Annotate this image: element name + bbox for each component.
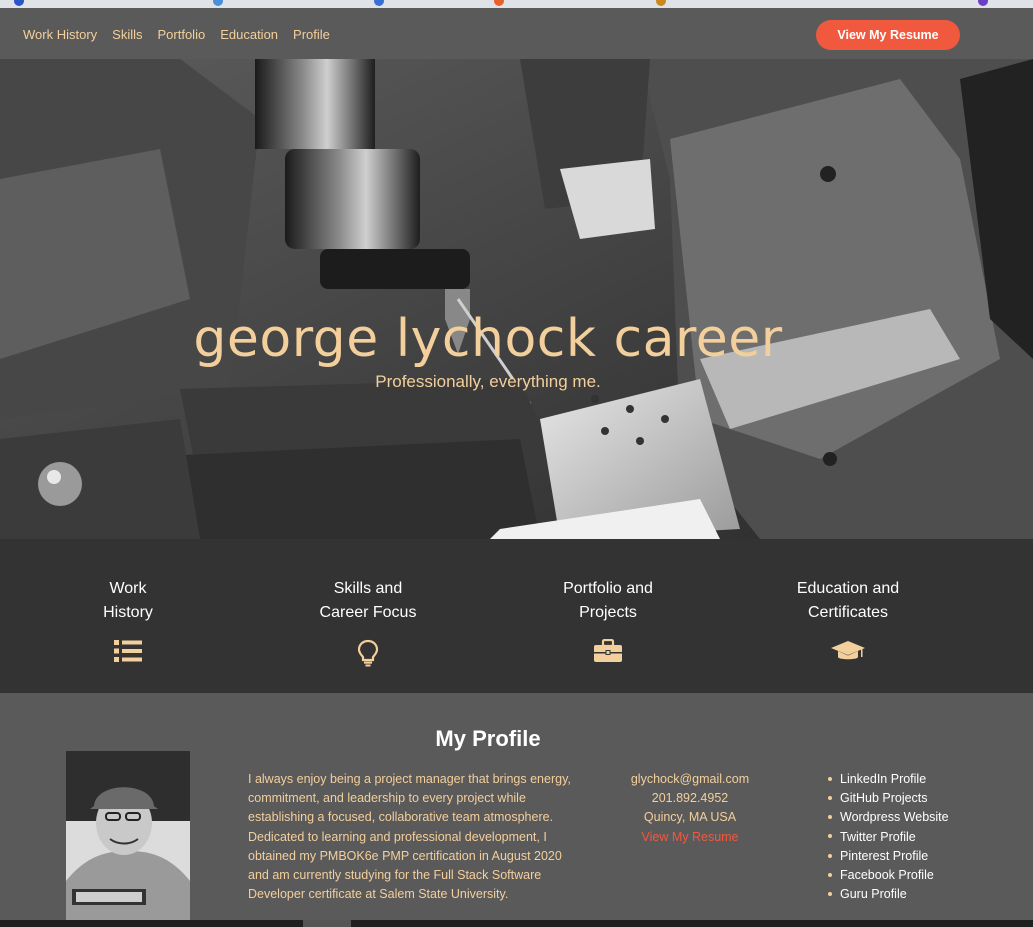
lightbulb-icon (357, 639, 379, 667)
feature-title: Education and (796, 580, 900, 597)
features-section: Work History Skills and Career Focus Por… (0, 539, 1033, 693)
feature-skills[interactable]: Skills and Career Focus (268, 577, 468, 667)
feature-title: Portfolio and (563, 580, 653, 597)
link-pinterest[interactable]: Pinterest Profile (828, 847, 1028, 866)
hero-title: george lychock career (193, 309, 783, 369)
nav-link-portfolio[interactable]: Portfolio (158, 27, 206, 42)
bullet-icon (828, 815, 832, 820)
bookmark-favicon-icon (494, 0, 504, 6)
hero-subtitle: Professionally, everything me. (375, 372, 601, 391)
link-label: LinkedIn Profile (840, 772, 927, 786)
briefcase-icon (594, 639, 622, 662)
bullet-icon (828, 776, 832, 781)
nav-link-profile[interactable]: Profile (293, 27, 330, 42)
link-twitter[interactable]: Twitter Profile (828, 828, 1028, 847)
bullet-icon (828, 872, 832, 877)
link-wordpress[interactable]: Wordpress Website (828, 808, 1028, 827)
bullet-icon (828, 891, 832, 896)
profile-heading: My Profile (435, 726, 541, 751)
bookmark-favicon-icon (978, 0, 988, 6)
profile-bio: I always enjoy being a project manager t… (248, 772, 571, 902)
profile-photo (66, 751, 190, 920)
contact-info: glychock@gmail.com 201.892.4952 Quincy, … (600, 770, 780, 847)
link-label: Twitter Profile (840, 829, 916, 844)
link-label: Pinterest Profile (840, 848, 929, 863)
nav-links: Work History Skills Portfolio Education … (23, 27, 345, 42)
graduation-cap-icon (831, 641, 865, 660)
feature-title: Projects (579, 604, 637, 621)
hero-background-image (0, 59, 1033, 539)
scrollbar-thumb[interactable] (303, 920, 351, 927)
link-label: Wordpress Website (840, 810, 949, 825)
hero-banner: george lychock career Professionally, ev… (0, 59, 1033, 539)
link-facebook[interactable]: Facebook Profile (828, 866, 1028, 885)
top-navbar: Work History Skills Portfolio Education … (0, 8, 1033, 59)
bullet-icon (828, 795, 832, 800)
contact-email[interactable]: glychock@gmail.com (600, 770, 780, 789)
feature-title: Certificates (807, 604, 889, 621)
bookmark-favicon-icon (14, 0, 24, 6)
bullet-icon (828, 853, 832, 858)
nav-link-education[interactable]: Education (220, 27, 278, 42)
link-label: Guru Profile (840, 887, 907, 902)
bullet-icon (828, 834, 832, 839)
contact-location: Quincy, MA USA (643, 810, 737, 825)
bookmark-favicon-icon (213, 0, 223, 6)
link-github[interactable]: GitHub Projects (828, 789, 1028, 808)
list-icon (114, 640, 142, 662)
link-label: GitHub Projects (840, 791, 928, 806)
feature-portfolio[interactable]: Portfolio and Projects (508, 577, 708, 663)
feature-work-history[interactable]: Work History (28, 577, 228, 663)
link-guru[interactable]: Guru Profile (828, 885, 1028, 904)
bookmark-favicon-icon (656, 0, 666, 6)
contact-phone: 201.892.4952 (651, 791, 729, 806)
view-resume-link[interactable]: View My Resume (600, 828, 780, 847)
avatar (66, 751, 190, 920)
horizontal-scrollbar[interactable] (0, 920, 1033, 927)
feature-title: Career Focus (319, 604, 417, 621)
feature-title: Skills and (333, 580, 403, 597)
nav-link-skills[interactable]: Skills (112, 27, 142, 42)
nav-link-work-history[interactable]: Work History (23, 27, 97, 42)
profile-section: My Profile I always enjoy being a projec… (0, 693, 1033, 920)
browser-bookmarks-strip (0, 0, 1033, 8)
profile-links-list: LinkedIn Profile GitHub Projects Wordpre… (828, 770, 1028, 904)
bookmark-favicon-icon (374, 0, 384, 6)
feature-title: Work (109, 580, 147, 597)
feature-education[interactable]: Education and Certificates (748, 577, 948, 663)
link-linkedin[interactable]: LinkedIn Profile (828, 770, 1028, 789)
view-resume-button[interactable]: View My Resume (816, 20, 960, 50)
link-label: Facebook Profile (840, 868, 934, 883)
feature-title: History (103, 604, 153, 621)
